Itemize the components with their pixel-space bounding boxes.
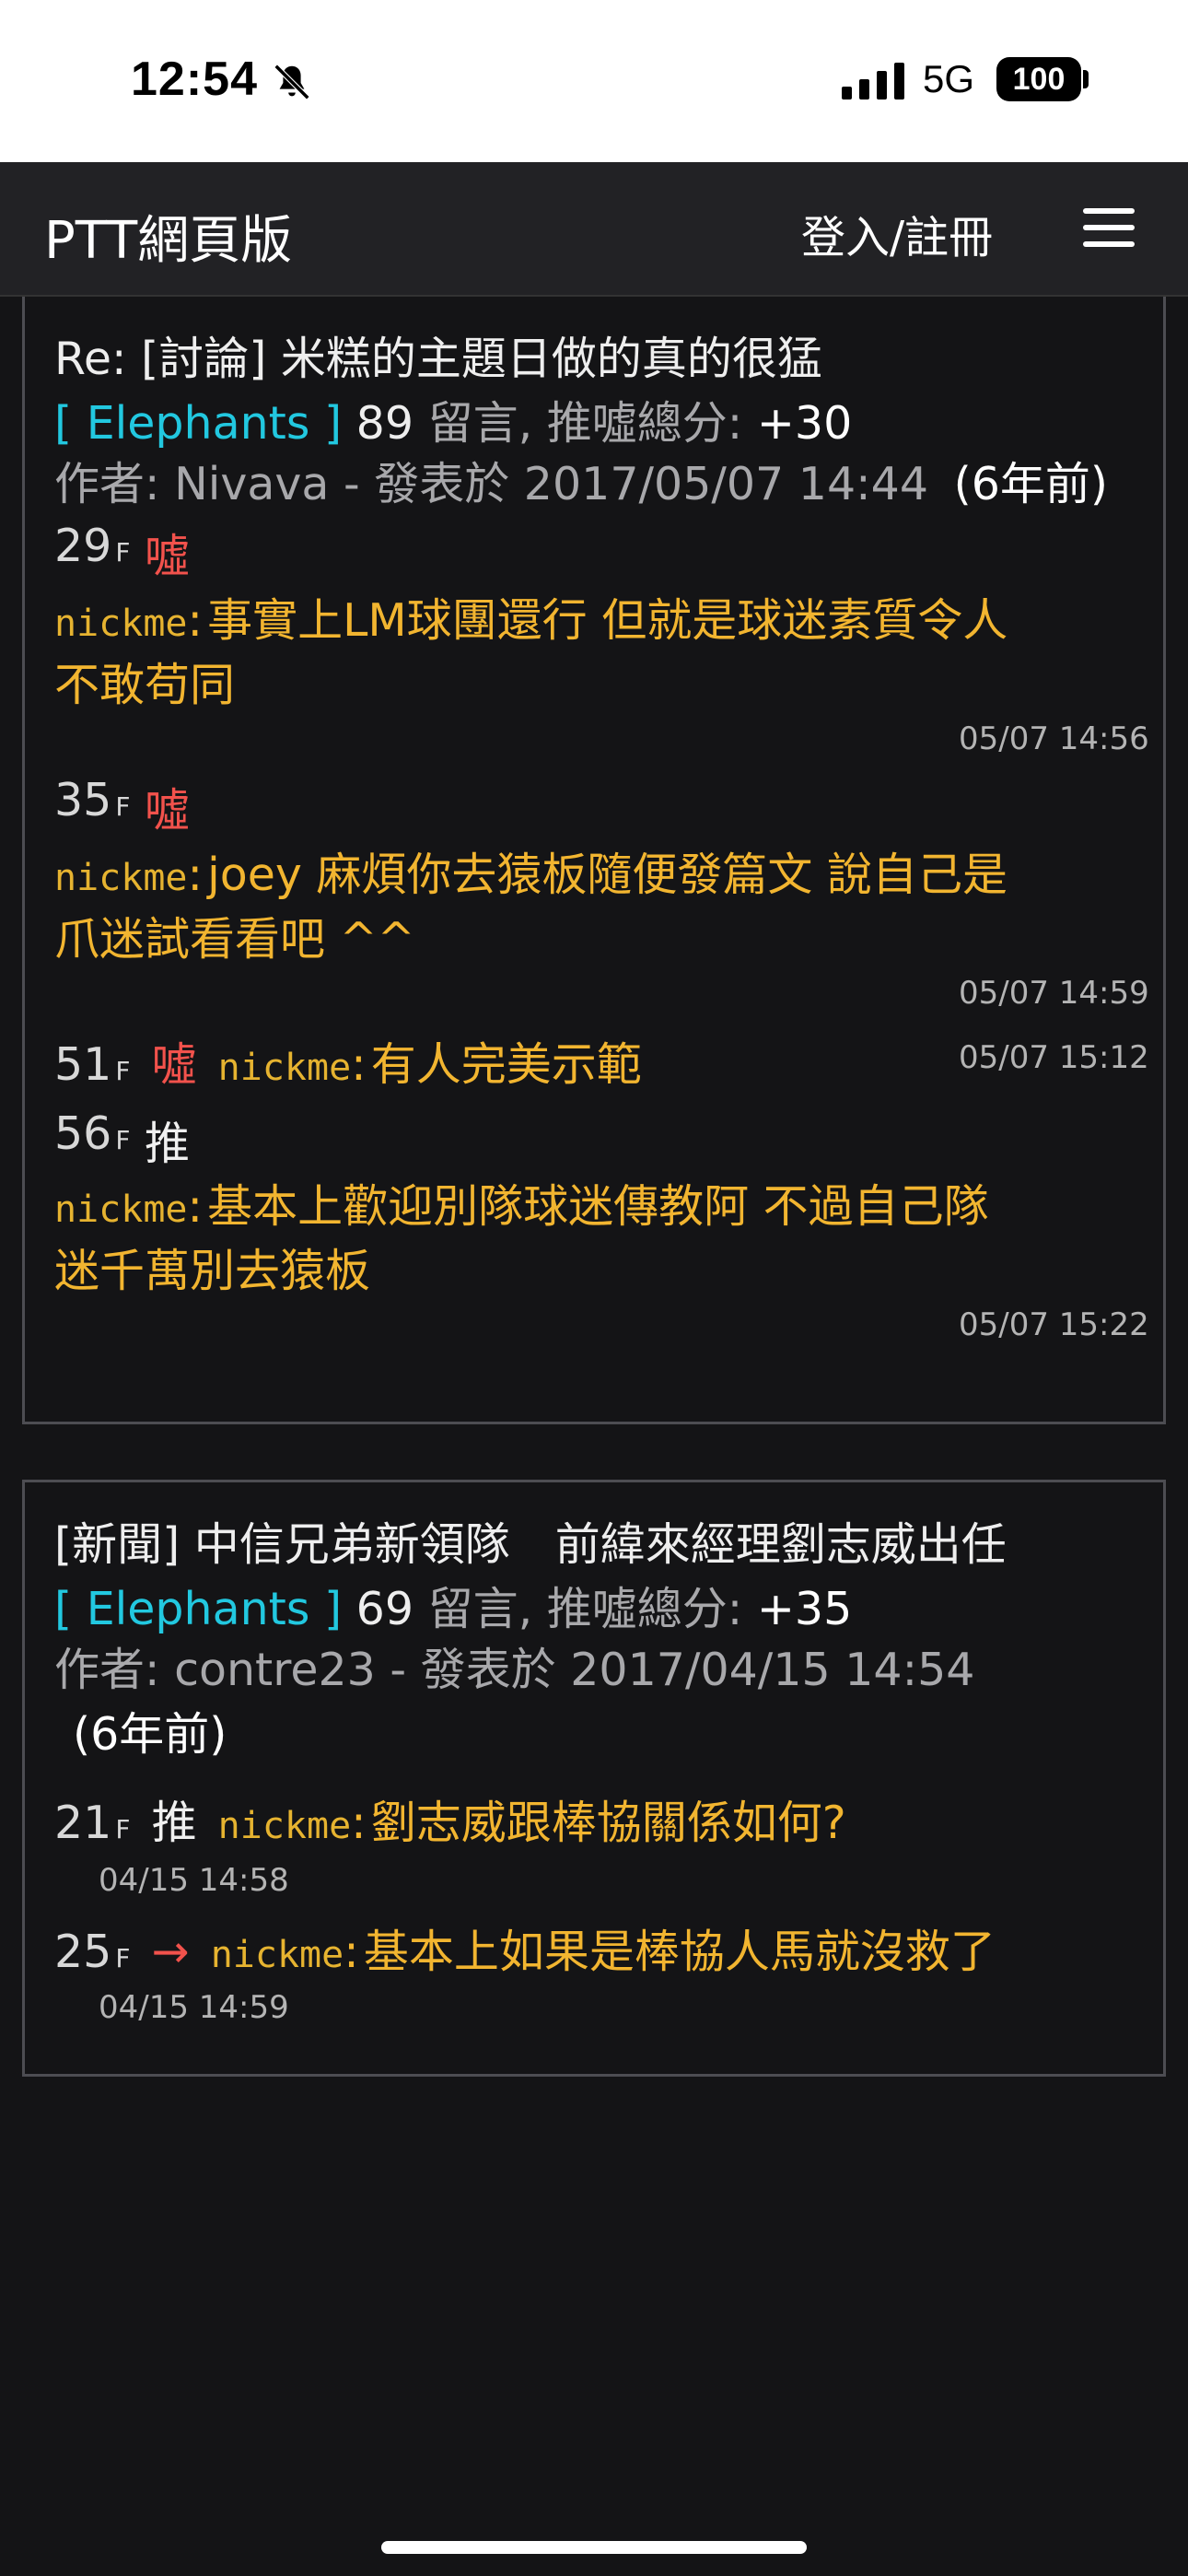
comment-tag-push: 推 <box>151 1797 197 1849</box>
login-register-link[interactable]: 登入/註冊 <box>801 201 993 265</box>
push-score: +35 <box>756 1583 853 1635</box>
comment-tag-push: 推 <box>145 1118 191 1170</box>
comment-tag-arrow: → <box>151 1926 190 1978</box>
comment-user[interactable]: nickme <box>54 1188 188 1231</box>
comment-floor: 29 F <box>54 520 131 572</box>
comment-time: 04/15 14:59 <box>99 1989 289 2026</box>
post-title[interactable]: [新聞] 中信兄弟新領隊 前緯來經理劉志威出任 <box>54 1508 1007 1574</box>
post-card[interactable]: [新聞] 中信兄弟新領隊 前緯來經理劉志威出任 [ Elephants ] 69… <box>22 1480 1166 2077</box>
comment-inline: 25 F → nickme: 基本上如果是棒協人馬就沒救了 <box>54 1926 996 1978</box>
comment-tag-boo: 噓 <box>145 784 191 837</box>
post-title[interactable]: Re: [討論] 米糕的主題日做的真的很猛 <box>54 322 822 388</box>
comment-body: nickme: 事實上LM球團還行 但就是球迷素質令人 <box>54 594 1008 647</box>
post-stats: [ Elephants ] 69 留言, 推噓總分: +35 <box>54 1573 852 1638</box>
comment-text-cont: 爪迷試看看吧 ^^ <box>54 913 415 966</box>
comment-text: 基本上如果是棒協人馬就沒救了 <box>363 1926 996 1978</box>
comment-count: 89 <box>355 397 414 450</box>
author-line: 作者: Nivava - 發表於 2017/05/07 14:44 (6年前) <box>54 448 1108 513</box>
comment-text: joey 麻煩你去猿板隨便發篇文 說自己是 <box>207 849 1007 901</box>
battery-tip <box>1083 70 1089 88</box>
comment-time: 05/07 14:59 <box>959 975 1149 1012</box>
site-title[interactable]: PTT網頁版 <box>44 199 292 274</box>
board-tag[interactable]: [ Elephants ] <box>54 397 342 450</box>
comment-count: 69 <box>355 1583 414 1635</box>
home-indicator[interactable] <box>381 2541 807 2554</box>
push-score: +30 <box>756 397 853 450</box>
comment-user[interactable]: nickme <box>54 857 188 899</box>
comment-user[interactable]: nickme <box>54 603 188 645</box>
comment-text: 事實上LM球團還行 但就是球迷素質令人 <box>207 594 1008 647</box>
comment-time: 05/07 15:12 <box>959 1039 1149 1076</box>
comment-text: 有人完美示範 <box>370 1038 642 1091</box>
comment-user[interactable]: nickme <box>211 1934 344 1976</box>
author-info: 作者: contre23 - 發表於 2017/04/15 14:54 <box>54 1644 975 1696</box>
comment-text-cont: 不敢苟同 <box>54 659 236 711</box>
battery-icon: 100 <box>996 57 1081 101</box>
comment-text-cont: 迷千萬別去猿板 <box>54 1245 371 1297</box>
comment-user[interactable]: nickme <box>218 1047 352 1089</box>
comment-text: 基本上歡迎別隊球迷傳教阿 不過自己隊 <box>207 1180 989 1233</box>
app-navbar: PTT網頁版 登入/註冊 <box>0 162 1188 297</box>
comment-inline: 51 F 噓 nickme: 有人完美示範 <box>54 1038 642 1091</box>
comment-floor: 21 F <box>54 1797 131 1849</box>
comment-body: nickme: 基本上歡迎別隊球迷傳教阿 不過自己隊 <box>54 1180 989 1233</box>
signal-icon <box>842 63 904 100</box>
post-age: (6年前) <box>953 458 1109 510</box>
comment-time: 05/07 14:56 <box>959 720 1149 757</box>
comment-inline: 21 F 推 nickme: 劉志威跟棒協關係如何? <box>54 1797 846 1849</box>
status-bar: 12:54 5G 100 <box>0 0 1188 162</box>
post-stats: [ Elephants ] 89 留言, 推噓總分: +30 <box>54 387 852 452</box>
comment-floor: 56 F <box>54 1107 131 1160</box>
author-info: 作者: Nivava - 發表於 2017/05/07 14:44 <box>54 458 929 510</box>
comment-floor: 51 F <box>54 1038 131 1091</box>
comment-count-label: 留言, 推噓總分: <box>413 1583 757 1635</box>
board-tag[interactable]: [ Elephants ] <box>54 1583 342 1635</box>
comment-floor: 25 F <box>54 1926 131 1978</box>
network-label: 5G <box>923 57 975 100</box>
comment-user[interactable]: nickme <box>218 1805 352 1847</box>
comment-body: nickme: joey 麻煩你去猿板隨便發篇文 說自己是 <box>54 849 1007 901</box>
comment-time: 04/15 14:58 <box>99 1862 289 1899</box>
comment-floor: 35 F <box>54 774 131 826</box>
status-time: 12:54 <box>131 53 258 106</box>
comment-count-label: 留言, 推噓總分: <box>413 397 757 450</box>
comment-time: 05/07 15:22 <box>959 1306 1149 1343</box>
post-age: (6年前) <box>73 1708 227 1761</box>
post-card[interactable]: Re: [討論] 米糕的主題日做的真的很猛 [ Elephants ] 89 留… <box>22 297 1166 1424</box>
hamburger-menu-icon[interactable] <box>1083 208 1138 252</box>
comment-tag-boo: 噓 <box>145 530 191 582</box>
comment-text: 劉志威跟棒協關係如何? <box>370 1797 846 1849</box>
bell-slash-icon <box>274 64 310 100</box>
comment-tag-boo: 噓 <box>151 1038 197 1091</box>
